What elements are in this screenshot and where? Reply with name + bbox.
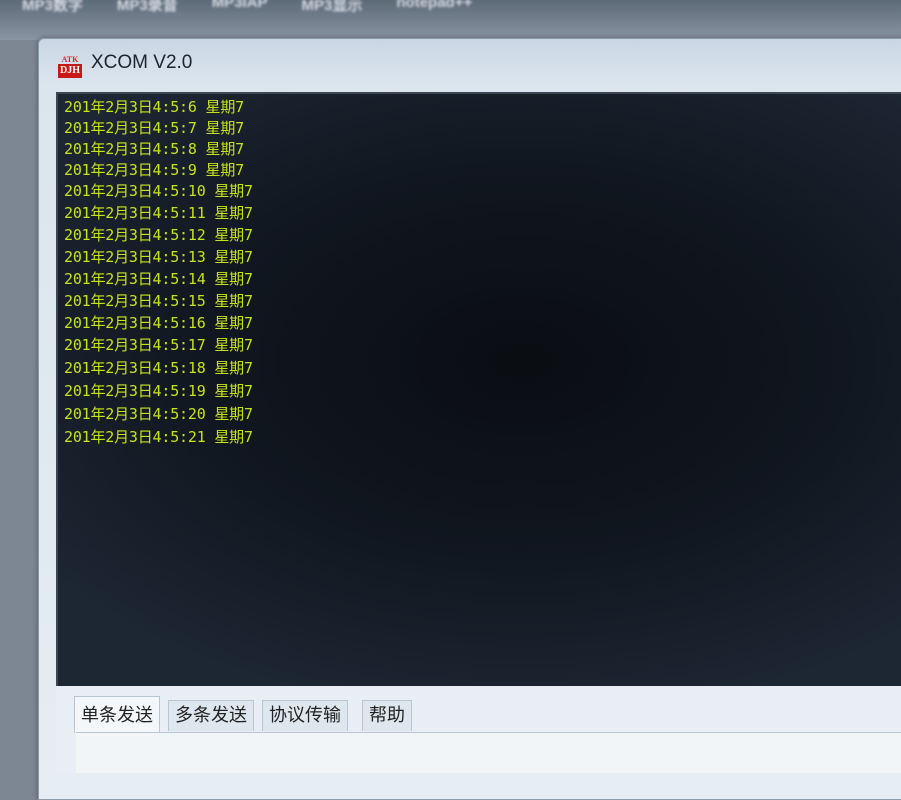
receive-line: 201年2月3日4:5:6 星期7 (64, 98, 244, 116)
receive-line: 201年2月3日4:5:12 星期7 (64, 226, 253, 244)
receive-line: 201年2月3日4:5:16 星期7 (64, 314, 253, 332)
tab-content-panel (76, 732, 901, 773)
desktop-shortcut[interactable]: MP3录音 (117, 0, 178, 15)
receive-line: 201年2月3日4:5:20 星期7 (64, 405, 253, 423)
receive-line: 201年2月3日4:5:8 星期7 (64, 140, 244, 158)
logo-bottom-text: DJH (58, 63, 82, 78)
send-tabs-area: 单条发送 多条发送 协议传输 帮助 (56, 686, 901, 773)
desktop-shortcut[interactable]: MP3显示 (302, 0, 363, 15)
receive-line: 201年2月3日4:5:21 星期7 (64, 428, 253, 446)
receive-line: 201年2月3日4:5:15 星期7 (64, 292, 253, 310)
receive-text-area[interactable]: 201年2月3日4:5:6 星期7 201年2月3日4:5:7 星期7 201年… (56, 92, 901, 688)
tab-protocol-transfer[interactable]: 协议传输 (262, 700, 348, 731)
receive-line: 201年2月3日4:5:17 星期7 (64, 336, 253, 354)
receive-line: 201年2月3日4:5:19 星期7 (64, 382, 253, 400)
receive-line: 201年2月3日4:5:10 星期7 (64, 182, 253, 200)
desktop-background: MP3数字 MP3录音 MP3IAP MP3显示 notepad++ (0, 0, 901, 40)
tab-help[interactable]: 帮助 (362, 700, 412, 731)
logo-top-text: ATK (61, 54, 79, 64)
tab-single-send[interactable]: 单条发送 (74, 696, 160, 733)
desktop-shortcut[interactable]: MP3IAP (212, 0, 268, 15)
receive-line: 201年2月3日4:5:11 星期7 (64, 204, 253, 222)
receive-line: 201年2月3日4:5:13 星期7 (64, 248, 253, 266)
window-titlebar[interactable]: ATK DJH XCOM V2.0 (39, 39, 901, 91)
window-title: XCOM V2.0 (91, 52, 193, 73)
desktop-shortcut[interactable]: MP3数字 (22, 0, 83, 15)
receive-line: 201年2月3日4:5:7 星期7 (64, 119, 244, 137)
tab-multi-send[interactable]: 多条发送 (168, 700, 254, 731)
receive-line: 201年2月3日4:5:9 星期7 (64, 161, 244, 179)
desktop-shortcut-labels: MP3数字 MP3录音 MP3IAP MP3显示 notepad++ (22, 0, 472, 15)
atk-logo-icon: ATK DJH (57, 51, 83, 81)
desktop-shortcut[interactable]: notepad++ (396, 0, 472, 15)
receive-line: 201年2月3日4:5:18 星期7 (64, 359, 253, 377)
receive-line: 201年2月3日4:5:14 星期7 (64, 270, 253, 288)
